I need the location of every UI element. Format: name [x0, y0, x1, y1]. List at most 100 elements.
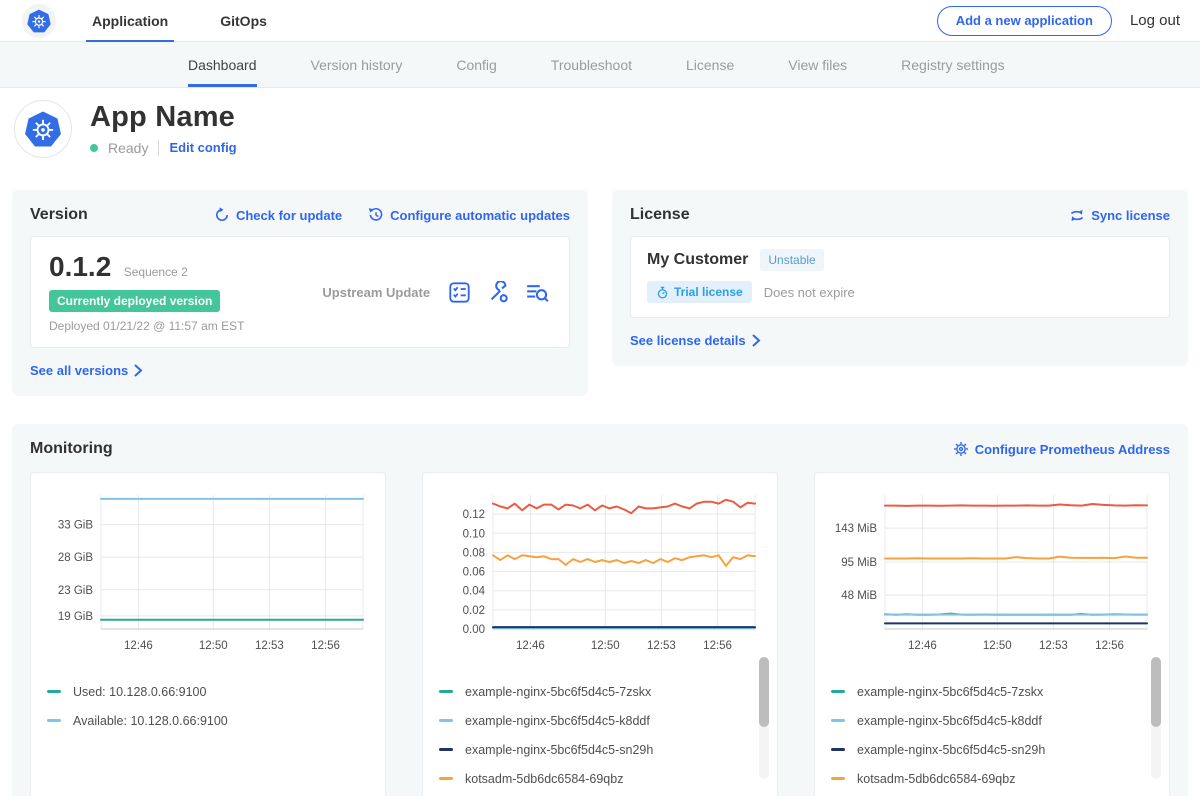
license-card-title: License	[630, 206, 690, 224]
subnav-version-history[interactable]: Version history	[311, 42, 403, 87]
legend-item: example-nginx-5bc6f5d4c5-7zskx	[439, 677, 761, 706]
legend-scrollbar[interactable]	[1151, 657, 1161, 779]
subnav-troubleshoot[interactable]: Troubleshoot	[551, 42, 632, 87]
top-nav: Application GitOps Add a new application…	[0, 0, 1200, 42]
clock-update-icon	[368, 207, 384, 223]
svg-text:12:50: 12:50	[591, 640, 620, 652]
kubernetes-logo-icon[interactable]	[22, 4, 56, 38]
svg-text:12:50: 12:50	[199, 640, 228, 652]
app-header: App Name Ready Edit config	[0, 88, 1200, 180]
legend-item: example-nginx-5bc6f5d4c5-k8ddf	[439, 706, 761, 735]
legend-item: example-nginx-5bc6f5d4c5-sn29h	[831, 735, 1153, 764]
trial-license-badge: Trial license	[647, 281, 752, 303]
legend-item: kotsadm-5db6dc6584-69qbz	[831, 764, 1153, 793]
monitoring-title: Monitoring	[30, 440, 113, 458]
svg-text:12:50: 12:50	[983, 640, 1012, 652]
svg-text:95 MiB: 95 MiB	[841, 557, 877, 569]
configure-prometheus-link[interactable]: Configure Prometheus Address	[953, 441, 1170, 457]
memory-usage-legend: example-nginx-5bc6f5d4c5-7zskx example-n…	[831, 677, 1153, 793]
svg-text:28 GiB: 28 GiB	[58, 552, 93, 564]
svg-text:0.02: 0.02	[463, 605, 485, 617]
license-card: License Sync license My Customer Unstabl…	[612, 190, 1188, 366]
svg-text:12:56: 12:56	[703, 640, 732, 652]
svg-text:12:46: 12:46	[516, 640, 545, 652]
svg-text:12:53: 12:53	[255, 640, 284, 652]
legend-item: Used: 10.128.0.66:9100	[47, 677, 369, 706]
deployed-badge: Currently deployed version	[49, 290, 220, 312]
svg-text:0.10: 0.10	[463, 528, 485, 540]
stopwatch-icon	[656, 286, 669, 299]
refresh-icon	[214, 207, 230, 223]
legend-item: example-nginx-5bc6f5d4c5-7zskx	[831, 677, 1153, 706]
subnav-dashboard[interactable]: Dashboard	[188, 42, 257, 87]
configure-automatic-updates-link[interactable]: Configure automatic updates	[368, 207, 570, 223]
legend-item: example-nginx-5bc6f5d4c5-sn29h	[439, 735, 761, 764]
legend-item: kotsadm-5db6dc6584-69qbz	[439, 764, 761, 793]
svg-text:12:56: 12:56	[1095, 640, 1124, 652]
svg-text:0.00: 0.00	[463, 624, 485, 636]
license-expiry: Does not expire	[764, 285, 855, 300]
svg-text:12:53: 12:53	[647, 640, 676, 652]
ready-status-dot	[90, 144, 98, 152]
svg-text:0.08: 0.08	[463, 547, 485, 559]
sync-icon	[1069, 208, 1085, 223]
customer-name: My Customer	[647, 251, 748, 269]
app-logo-icon	[14, 100, 72, 158]
version-card: Version Check for update Configure autom…	[12, 190, 588, 396]
svg-text:48 MiB: 48 MiB	[841, 590, 877, 602]
see-all-versions-link[interactable]: See all versions	[30, 363, 143, 378]
subnav-view-files[interactable]: View files	[788, 42, 847, 87]
scrollbar-thumb[interactable]	[1151, 657, 1161, 727]
status-text: Ready	[108, 140, 148, 156]
chevron-right-icon	[134, 364, 143, 377]
legend-scrollbar[interactable]	[759, 657, 769, 779]
version-source: Upstream Update	[244, 285, 448, 300]
version-card-title: Version	[30, 206, 88, 224]
add-application-button[interactable]: Add a new application	[937, 6, 1112, 36]
sync-license-link[interactable]: Sync license	[1069, 208, 1170, 223]
svg-text:12:46: 12:46	[908, 640, 937, 652]
logout-button[interactable]: Log out	[1130, 12, 1180, 29]
svg-text:0.04: 0.04	[463, 586, 486, 598]
svg-text:19 GiB: 19 GiB	[58, 611, 93, 623]
license-summary-row: My Customer Unstable Trial license Does …	[630, 236, 1170, 318]
subnav-license[interactable]: License	[686, 42, 734, 87]
deployed-timestamp: Deployed 01/21/22 @ 11:57 am EST	[49, 319, 244, 333]
app-sub-nav: Dashboard Version history Config Trouble…	[0, 42, 1200, 88]
version-sequence: Sequence 2	[124, 265, 188, 279]
gear-icon	[953, 441, 969, 457]
disk-usage-chart-card: 12:46 12:50 12:53 12:56 33 GiB 28 GiB 23 GiB 19…	[30, 472, 386, 796]
scrollbar-thumb[interactable]	[759, 657, 769, 727]
svg-text:12:53: 12:53	[1039, 640, 1068, 652]
svg-text:23 GiB: 23 GiB	[58, 585, 93, 597]
cpu-usage-chart-card: 12:46 12:50 12:53 12:56 0.12 0.10 0.08 0.06 0.04…	[422, 472, 778, 796]
chevron-right-icon	[752, 334, 761, 347]
svg-text:143 MiB: 143 MiB	[835, 523, 878, 535]
memory-usage-chart: 12:46 12:50 12:53 12:56 143 MiB 95 MiB 48 MiB	[831, 489, 1155, 665]
edit-config-link[interactable]: Edit config	[169, 140, 236, 155]
view-logs-icon[interactable]	[526, 281, 549, 304]
memory-usage-chart-card: 12:4612:5012:5312:56143 MiB95 MiB48 MiB …	[814, 472, 1170, 796]
svg-text:12:46: 12:46	[124, 640, 153, 652]
page-title: App Name	[90, 102, 237, 134]
svg-text:33 GiB: 33 GiB	[58, 519, 93, 531]
svg-text:0.06: 0.06	[463, 567, 485, 579]
channel-badge: Unstable	[760, 249, 823, 271]
subnav-registry-settings[interactable]: Registry settings	[901, 42, 1004, 87]
disk-usage-chart: 12:46 12:50 12:53 12:56 33 GiB 28 GiB 23 GiB 19…	[47, 489, 371, 665]
legend-item: example-nginx-5bc6f5d4c5-k8ddf	[831, 706, 1153, 735]
current-version-row: 0.1.2 Sequence 2 Currently deployed vers…	[30, 236, 570, 348]
subnav-config[interactable]: Config	[456, 42, 496, 87]
version-number: 0.1.2	[49, 251, 111, 282]
svg-text:0.12: 0.12	[463, 509, 485, 521]
tab-gitops[interactable]: GitOps	[214, 0, 273, 42]
preflight-checks-icon[interactable]	[448, 281, 471, 304]
monitoring-section: Monitoring Configure Prometheus Address	[12, 424, 1188, 796]
divider	[158, 140, 159, 156]
config-wrench-icon[interactable]	[487, 281, 510, 304]
svg-text:12:56: 12:56	[311, 640, 340, 652]
legend-item: Available: 10.128.0.66:9100	[47, 706, 369, 735]
tab-application[interactable]: Application	[86, 0, 174, 42]
see-license-details-link[interactable]: See license details	[630, 333, 761, 348]
check-for-update-link[interactable]: Check for update	[214, 207, 342, 223]
